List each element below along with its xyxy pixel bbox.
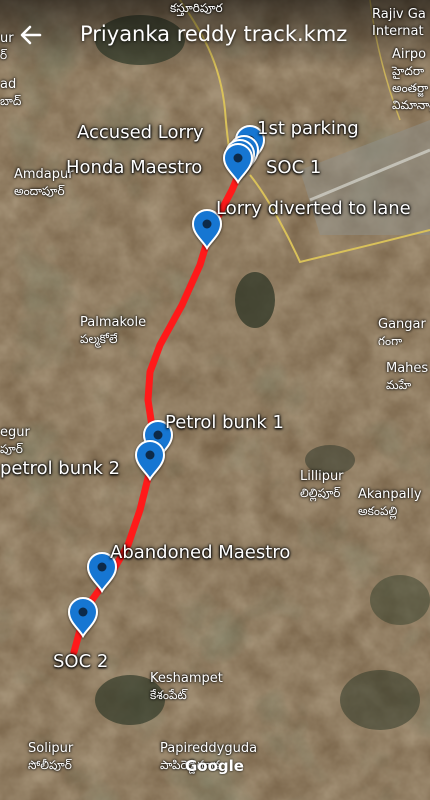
place-name-te: విమానాశ్ర: [392, 98, 430, 112]
place-name-en: Mahes: [386, 361, 429, 376]
place-name-te: గంగా: [378, 334, 403, 348]
marker-label-lorry-diverted: Lorry diverted to lane: [216, 198, 411, 219]
place-name-te: పూర్: [0, 442, 23, 456]
marker-label-accused-lorry: Accused Lorry: [77, 122, 204, 143]
marker-label-petrol-bunk-2: petrol bunk 2: [0, 458, 121, 479]
place-label-ur: ur ర్: [0, 30, 14, 64]
map-title: Priyanka reddy track.kmz: [80, 22, 348, 46]
place-name-te: ర్: [0, 48, 8, 62]
place-name-en: Amdapur: [14, 167, 74, 182]
place-label-rajiv-gandhi: Rajiv Ga Internat: [372, 6, 426, 40]
place-name-en: Keshampet: [150, 671, 223, 686]
marker-label-1st-parking: 1st parking: [257, 118, 359, 139]
place-name-en: Akanpally: [358, 487, 422, 502]
google-attribution: Google: [185, 757, 244, 775]
place-name-en: ur: [0, 31, 14, 46]
place-name-te: హైదరా: [392, 64, 425, 78]
place-name-en: Gangar: [378, 317, 426, 332]
place-name-en: egur: [0, 425, 30, 440]
place-label-lillipur: Lillipur లిల్లిపూర్: [300, 468, 344, 502]
place-label-amdapur: Amdapur అందాపూర్: [14, 166, 74, 200]
place-name-te: అంతర్జా: [392, 81, 429, 95]
place-name-te: సోలీపూర్: [28, 758, 72, 772]
place-name-te: కస్తూరిపూర: [170, 1, 223, 15]
back-button[interactable]: [14, 18, 48, 52]
map-view[interactable]: Priyanka reddy track.kmz Rajiv Ga Intern…: [0, 0, 430, 800]
place-label-airport: Airpo హైదరా అంతర్జా విమానాశ్ర: [392, 46, 430, 114]
place-name-en: Rajiv Ga: [372, 7, 426, 22]
place-name-te: అందాపూర్: [14, 184, 65, 198]
place-label-ad: ad బాద్: [0, 76, 21, 110]
place-label-gangar: Gangar గంగా: [378, 316, 426, 350]
place-label-palmakole: Palmakole పల్మకోలే: [80, 314, 146, 348]
place-name-te: మహే: [386, 378, 412, 392]
marker-label-soc-2: SOC 2: [53, 651, 109, 672]
place-name-en: Airpo: [392, 47, 427, 62]
place-name-te: Internat: [372, 24, 424, 39]
marker-label-abandoned-maestro: Abandoned Maestro: [110, 542, 291, 563]
place-label-solipur: Solipur సోలీపూర్: [28, 740, 73, 774]
place-label-keshampet: Keshampet కేశంపేట్: [150, 670, 223, 704]
place-name-en: Palmakole: [80, 315, 147, 330]
place-label-akanpally: Akanpally అకంపల్లి: [358, 486, 422, 520]
place-label-egur: egur పూర్: [0, 424, 30, 458]
marker-label-honda-maestro: Honda Maestro: [66, 157, 203, 178]
place-name-te: లిల్లిపూర్: [300, 486, 341, 500]
arrow-left-icon: [20, 25, 42, 45]
marker-label-soc-1: SOC 1: [266, 157, 322, 178]
place-label-kasthuripur: కస్తూరిపూర: [170, 0, 223, 17]
place-name-en: Papireddyguda: [160, 741, 258, 756]
marker-label-petrol-bunk-1: Petrol bunk 1: [165, 412, 284, 433]
place-name-en: Solipur: [28, 741, 74, 756]
terrain-patch: [235, 272, 275, 328]
terrain-patch: [370, 575, 430, 625]
place-name-te: అకంపల్లి: [358, 504, 398, 518]
place-name-te: కేశంపేట్: [150, 688, 187, 702]
place-name-en: Lillipur: [300, 469, 344, 484]
place-name-te: పల్మకోలే: [80, 332, 118, 346]
place-label-mahes: Mahes మహే: [386, 360, 428, 394]
place-name-en: ad: [0, 77, 17, 92]
place-name-te: బాద్: [0, 94, 22, 108]
terrain-patch: [340, 670, 420, 730]
